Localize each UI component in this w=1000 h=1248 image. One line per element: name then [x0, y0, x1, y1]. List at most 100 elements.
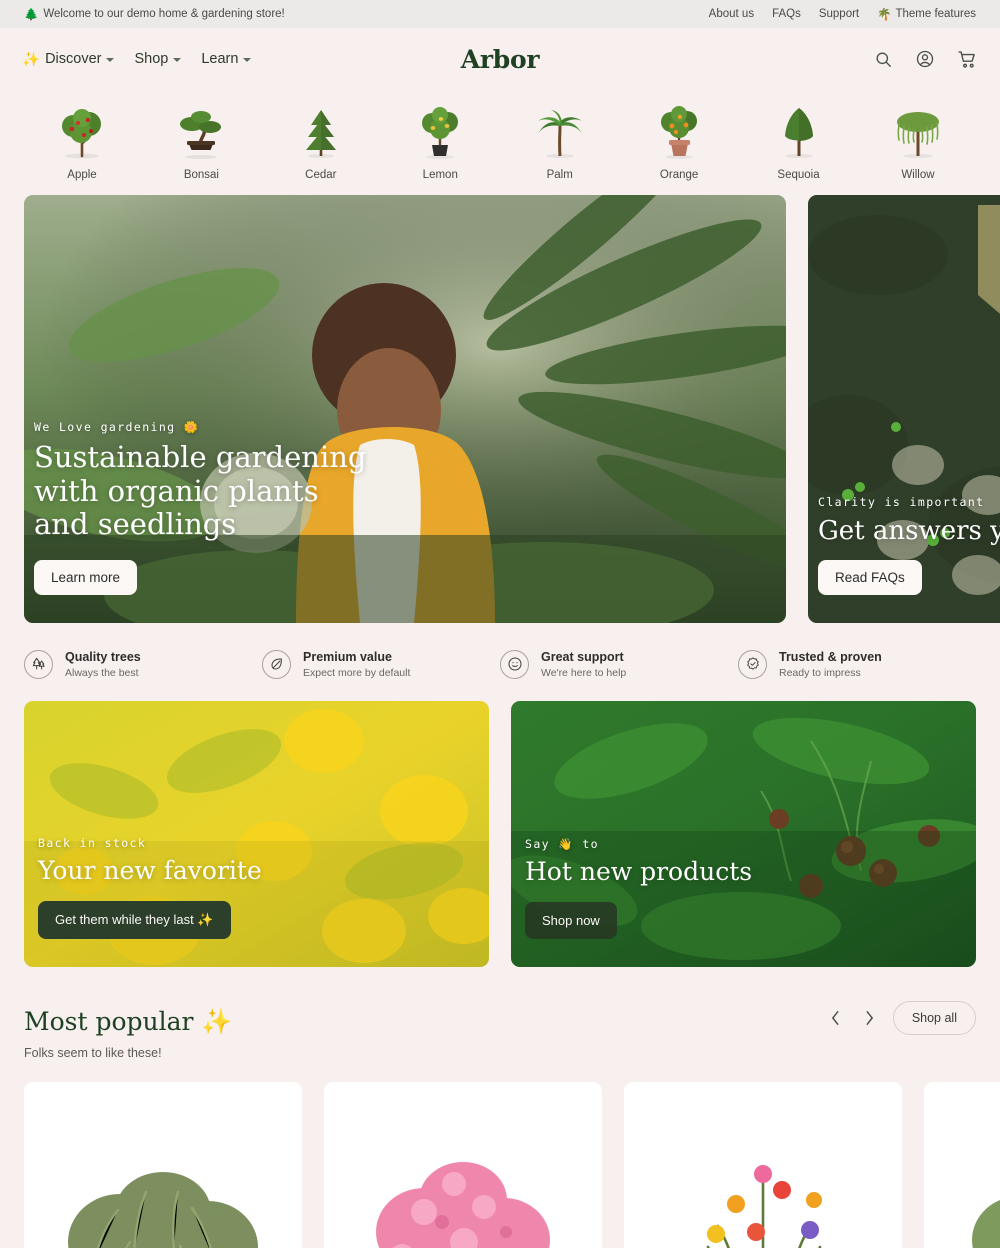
promo-eyebrow: Back in stock [38, 836, 147, 851]
cedar-tree-icon [290, 102, 352, 160]
promo-card-lemons[interactable]: Back in stock Your new favorite Get them… [24, 701, 489, 968]
smiley-icon [500, 649, 529, 679]
category-item-orange[interactable]: Orange [621, 102, 737, 181]
category-label: Sequoia [777, 169, 820, 181]
chevron-left-icon[interactable] [825, 1007, 847, 1029]
cart-icon[interactable] [957, 49, 978, 70]
link-theme-features-label: Theme features [895, 8, 976, 20]
read-faqs-button[interactable]: Read FAQs [818, 560, 922, 595]
verified-badge-icon [738, 649, 767, 679]
promo-title: Your new favorite [38, 856, 262, 886]
hero-slide-faq-content: Clarity is important Get answers you Rea… [808, 495, 1000, 623]
hero-slide-primary-content: We Love gardening 🌼 Sustainable gardenin… [24, 420, 786, 623]
site-logo[interactable]: Arbor [461, 45, 540, 74]
promo-card-lemons-content: Back in stock Your new favorite Get them… [38, 836, 262, 940]
benefit-quality-trees: Quality trees Always the best [24, 649, 262, 679]
willow-tree-icon [887, 102, 949, 160]
hero-carousel: We Love gardening 🌼 Sustainable gardenin… [0, 195, 1000, 623]
announcement-bar: 🌲 Welcome to our demo home & gardening s… [0, 0, 1000, 28]
announcement-links: About us FAQs Support 🌴 Theme features [709, 7, 976, 21]
promo-card-cherries-content: Say 👋 to Hot new products Shop now [525, 837, 753, 940]
category-item-bonsai[interactable]: Bonsai [143, 102, 259, 181]
product-card[interactable] [24, 1082, 302, 1248]
link-about-us[interactable]: About us [709, 8, 754, 20]
nav-item-discover-label: Discover [45, 51, 102, 67]
chevron-down-icon [243, 58, 252, 62]
hero-slide-faq[interactable]: Clarity is important Get answers you Rea… [808, 195, 1000, 623]
hero-slide-primary[interactable]: We Love gardening 🌼 Sustainable gardenin… [24, 195, 786, 623]
promo-eyebrow: Say 👋 to [525, 837, 599, 852]
category-label: Willow [901, 169, 935, 181]
account-icon[interactable] [915, 49, 935, 69]
promo-card-cherries[interactable]: Say 👋 to Hot new products Shop now [511, 701, 976, 968]
benefit-trusted-proven: Trusted & proven Ready to impress [738, 649, 976, 679]
chevron-right-icon[interactable] [859, 1007, 881, 1029]
search-icon[interactable] [874, 50, 893, 69]
site-header: ✨ Discover Shop Learn Arbor [0, 28, 1000, 90]
apple-tree-icon [51, 102, 113, 160]
benefit-title: Quality trees [65, 650, 141, 664]
benefit-title: Great support [541, 650, 624, 664]
link-theme-features[interactable]: 🌴 Theme features [877, 7, 976, 21]
product-carousel [0, 1060, 1000, 1248]
hero-title: Sustainable gardening with organic plant… [34, 440, 367, 542]
benefit-subtitle: Ready to impress [779, 667, 861, 680]
product-card[interactable] [624, 1082, 902, 1248]
category-item-cedar[interactable]: Cedar [263, 102, 379, 181]
palm-tree-icon: 🌴 [877, 9, 892, 21]
learn-more-button[interactable]: Learn more [34, 560, 138, 595]
sparkles-icon: ✨ [22, 51, 41, 68]
promo-row: Back in stock Your new favorite Get them… [0, 701, 1000, 968]
promo-cta-shop-now[interactable]: Shop now [525, 902, 617, 940]
link-support[interactable]: Support [819, 8, 859, 20]
promo-title: Hot new products [525, 857, 753, 887]
link-faqs[interactable]: FAQs [772, 8, 801, 20]
benefit-title: Premium value [303, 650, 392, 664]
nav-item-learn[interactable]: Learn [201, 51, 252, 67]
nav-item-shop-label: Shop [134, 51, 169, 67]
promo-cta-get-them-while-they-last[interactable]: Get them while they last ✨ [38, 901, 231, 940]
header-actions [874, 49, 978, 70]
nav-item-discover[interactable]: ✨ Discover [22, 51, 115, 68]
category-label: Cedar [305, 169, 337, 181]
product-card[interactable] [924, 1082, 1000, 1248]
benefit-subtitle: Expect more by default [303, 667, 411, 680]
chevron-down-icon [173, 58, 182, 62]
benefits-row: Quality trees Always the best Premium va… [0, 623, 1000, 701]
benefit-text-group: Great support We're here to help [541, 649, 626, 679]
shop-all-button[interactable]: Shop all [892, 1001, 976, 1036]
benefit-text-group: Trusted & proven Ready to impress [779, 649, 882, 679]
section-title: Most popular ✨ [24, 1007, 233, 1037]
category-item-apple[interactable]: Apple [24, 102, 140, 181]
main-navigation: ✨ Discover Shop Learn [22, 51, 252, 68]
category-row: Apple Bonsai Cedar Lemon Palm Orange Seq… [0, 90, 1000, 195]
product-image-blossom [324, 1112, 602, 1248]
category-label: Lemon [422, 169, 458, 181]
nav-item-shop[interactable]: Shop [134, 51, 182, 67]
carousel-controls: Shop all [825, 1001, 976, 1037]
hero-eyebrow: We Love gardening 🌼 [34, 420, 200, 435]
category-label: Bonsai [183, 169, 219, 181]
product-card[interactable] [324, 1082, 602, 1248]
product-image-shrub [924, 1112, 1000, 1248]
category-label: Apple [67, 169, 97, 181]
bonsai-tree-icon [170, 102, 232, 160]
category-item-lemon[interactable]: Lemon [382, 102, 498, 181]
orange-tree-icon [648, 102, 710, 160]
lemon-tree-icon [409, 102, 471, 160]
section-subtitle: Folks seem to like these! [24, 1046, 162, 1061]
category-label: Palm [546, 169, 573, 181]
leaf-icon [262, 649, 291, 679]
chevron-down-icon [106, 58, 115, 62]
category-item-sequoia[interactable]: Sequoia [741, 102, 857, 181]
benefit-text-group: Quality trees Always the best [65, 649, 141, 679]
announcement-message: Welcome to our demo home & gardening sto… [43, 8, 285, 20]
benefit-subtitle: Always the best [65, 667, 139, 680]
benefit-great-support: Great support We're here to help [500, 649, 738, 679]
product-image-wildflowers [624, 1112, 902, 1248]
palm-tree-icon [529, 102, 591, 160]
category-item-willow[interactable]: Willow [860, 102, 976, 181]
sequoia-tree-icon [768, 102, 830, 160]
nav-item-learn-label: Learn [201, 51, 239, 67]
category-item-palm[interactable]: Palm [502, 102, 618, 181]
